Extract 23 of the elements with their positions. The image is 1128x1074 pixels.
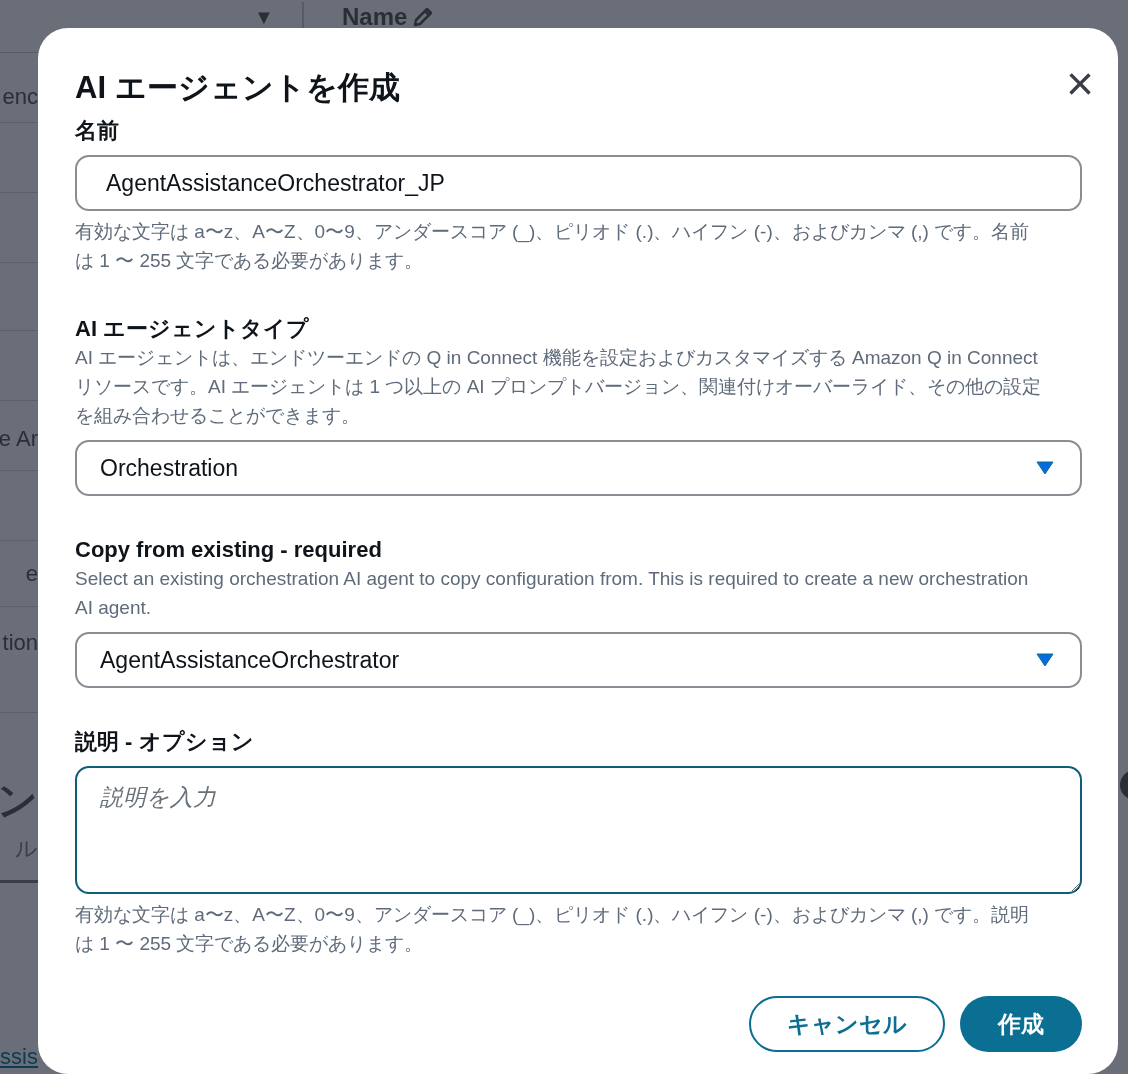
close-button[interactable]: ×: [1065, 64, 1094, 104]
name-input[interactable]: AgentAssistanceOrchestrator_JP: [75, 155, 1082, 211]
caret-icon: [1036, 461, 1054, 475]
table-cell-text: tion: [2, 629, 38, 657]
cancel-button[interactable]: キャンセル: [749, 996, 945, 1052]
page-heading: ン: [0, 777, 38, 824]
help-text: 有効な文字は a〜z、A〜Z、0〜9、アンダースコア (_)、ピリオド (.)、ハイフン (-)、およびカンマ (,) です。説明は 1 〜 255 文字である必要があります。: [75, 903, 1031, 956]
field-label: AI エージェントタイプ: [75, 315, 311, 343]
table-cell-text: e: [25, 560, 38, 588]
help-text: 有効な文字は a〜z、A〜Z、0〜9、アンダースコア (_)、ピリオド (.)、ハイフン (-)、およびカンマ (,) です。名前は 1 〜 255 文字である必要があります。: [75, 220, 1031, 273]
field-description: AI エージェントは、エンドツーエンドの Q in Connect 機能を設定およびカスタマイズする Amazon Q in Connect リソースです。AI エージェントは 1 つ以上の AI プロンプトバージョン、関連付けオーバーライド、その他の設定を組み合わせることができます。: [75, 346, 1042, 428]
field-label: 名前: [75, 117, 120, 145]
field-description: Select an existing orchestration AI agent to copy configuration from. This is required to create a new orchestration AI agent.: [75, 567, 1030, 620]
field-label: 説明 - オプション: [75, 728, 255, 756]
table-cell-text: enc: [2, 83, 38, 111]
select-field[interactable]: Orchestration: [75, 440, 1082, 496]
create-button[interactable]: 作成: [960, 996, 1082, 1052]
table-cell-text: e Ar: [0, 425, 38, 453]
field-label: Copy from existing - required: [75, 536, 383, 564]
description-textarea[interactable]: 説明を入力: [75, 766, 1082, 894]
dialog-title: AI エージェントを作成: [75, 69, 400, 107]
select-field[interactable]: AgentAssistanceOrchestrator: [75, 632, 1082, 688]
caret-icon: [1036, 653, 1054, 667]
